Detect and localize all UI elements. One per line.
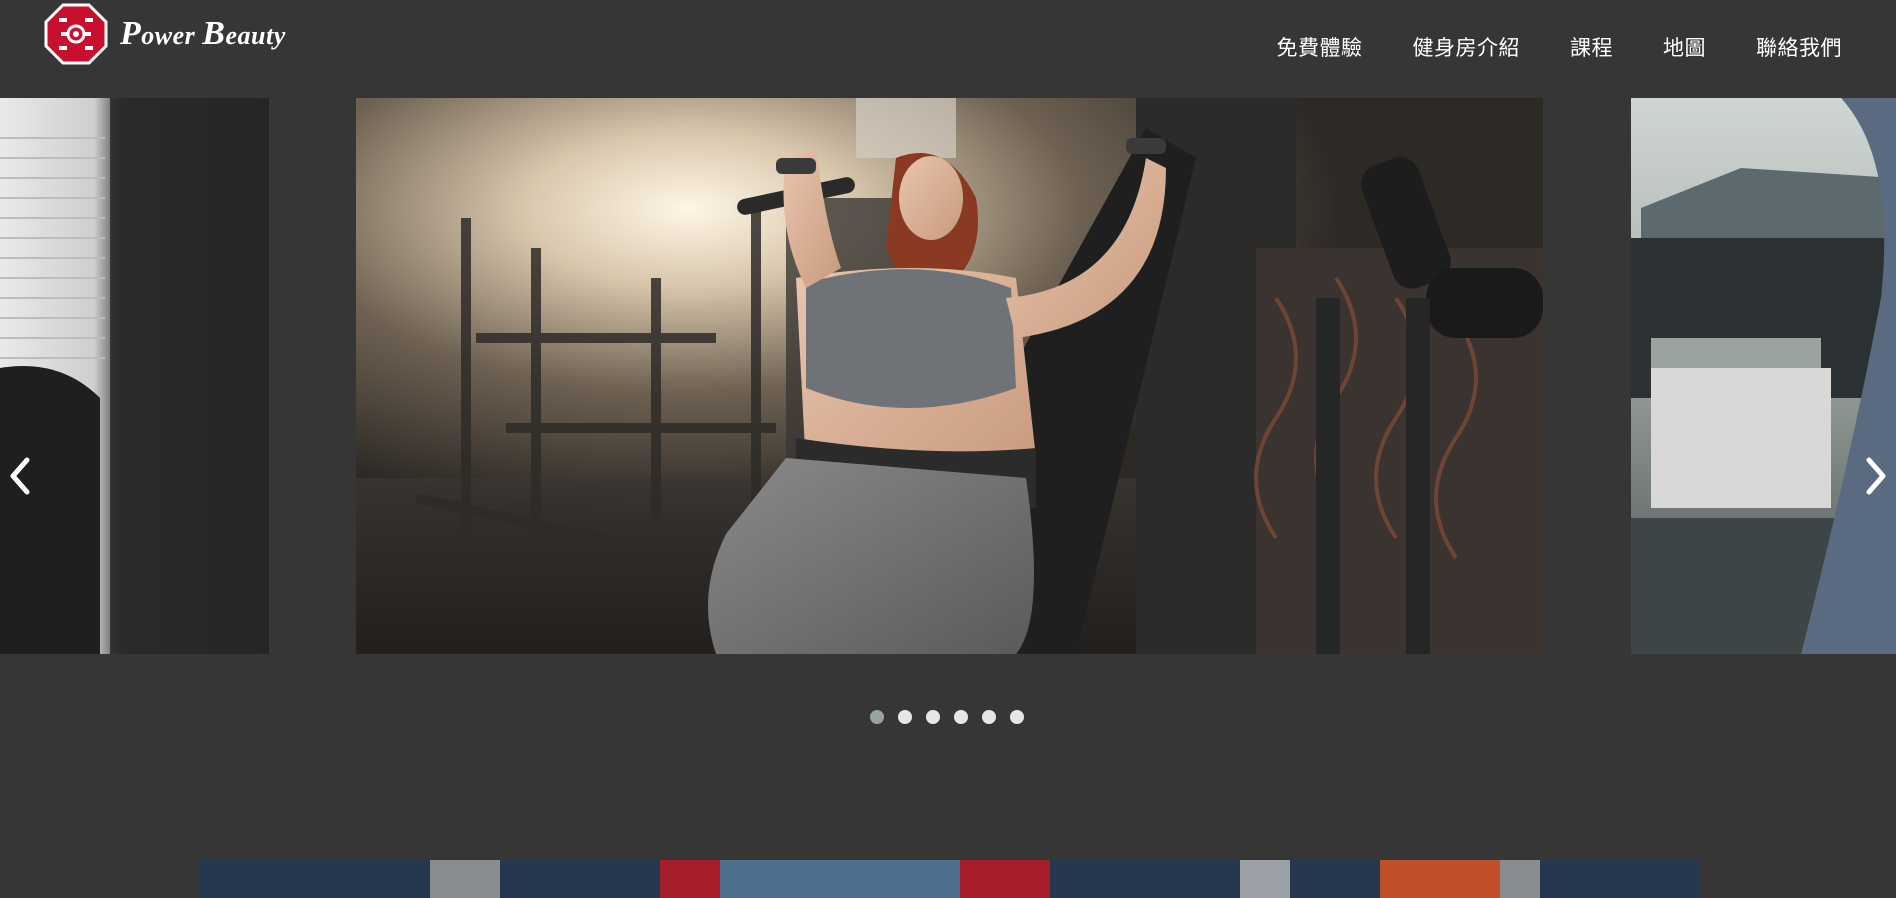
chevron-left-icon xyxy=(10,457,30,495)
chevron-right-icon xyxy=(1866,457,1886,495)
carousel-slide-active[interactable] xyxy=(356,98,1543,654)
carousel-slide-prev[interactable] xyxy=(0,98,269,654)
brand-initial-b: B xyxy=(202,15,226,52)
gym-rack-image xyxy=(200,860,1699,898)
carousel-dot-1[interactable] xyxy=(870,710,884,724)
slide-image-window-blinds xyxy=(0,98,269,654)
brand-name: Power Beauty xyxy=(120,15,286,53)
nav-gym-intro[interactable]: 健身房介紹 xyxy=(1413,32,1521,62)
carousel-slide-next[interactable] xyxy=(1631,98,1896,654)
section-banner-image xyxy=(200,860,1699,898)
nav-map[interactable]: 地圖 xyxy=(1663,32,1706,62)
nav-courses[interactable]: 課程 xyxy=(1570,32,1613,62)
hero-carousel xyxy=(0,98,1896,654)
carousel-dot-6[interactable] xyxy=(1010,710,1024,724)
slide-image-woman-workout xyxy=(356,98,1543,654)
brand-word-1: ower xyxy=(141,21,196,50)
logo-emblem-icon xyxy=(44,3,108,65)
carousel-prev-button[interactable] xyxy=(0,446,40,506)
carousel-dot-4[interactable] xyxy=(954,710,968,724)
carousel-dot-3[interactable] xyxy=(926,710,940,724)
slide-image-harbor xyxy=(1631,98,1896,654)
brand-logo[interactable]: Power Beauty xyxy=(44,3,286,65)
carousel-dot-5[interactable] xyxy=(982,710,996,724)
brand-word-2: eauty xyxy=(225,21,286,50)
carousel-indicators xyxy=(0,710,1896,724)
carousel-next-button[interactable] xyxy=(1856,446,1896,506)
nav-contact[interactable]: 聯絡我們 xyxy=(1756,32,1842,62)
main-nav: 免費體驗 健身房介紹 課程 地圖 聯絡我們 xyxy=(1227,32,1843,62)
site-header: Power Beauty 免費體驗 健身房介紹 課程 地圖 聯絡我們 xyxy=(0,0,1896,98)
carousel-dot-2[interactable] xyxy=(898,710,912,724)
brand-initial-p: P xyxy=(120,15,142,52)
nav-free-trial[interactable]: 免費體驗 xyxy=(1277,32,1363,62)
